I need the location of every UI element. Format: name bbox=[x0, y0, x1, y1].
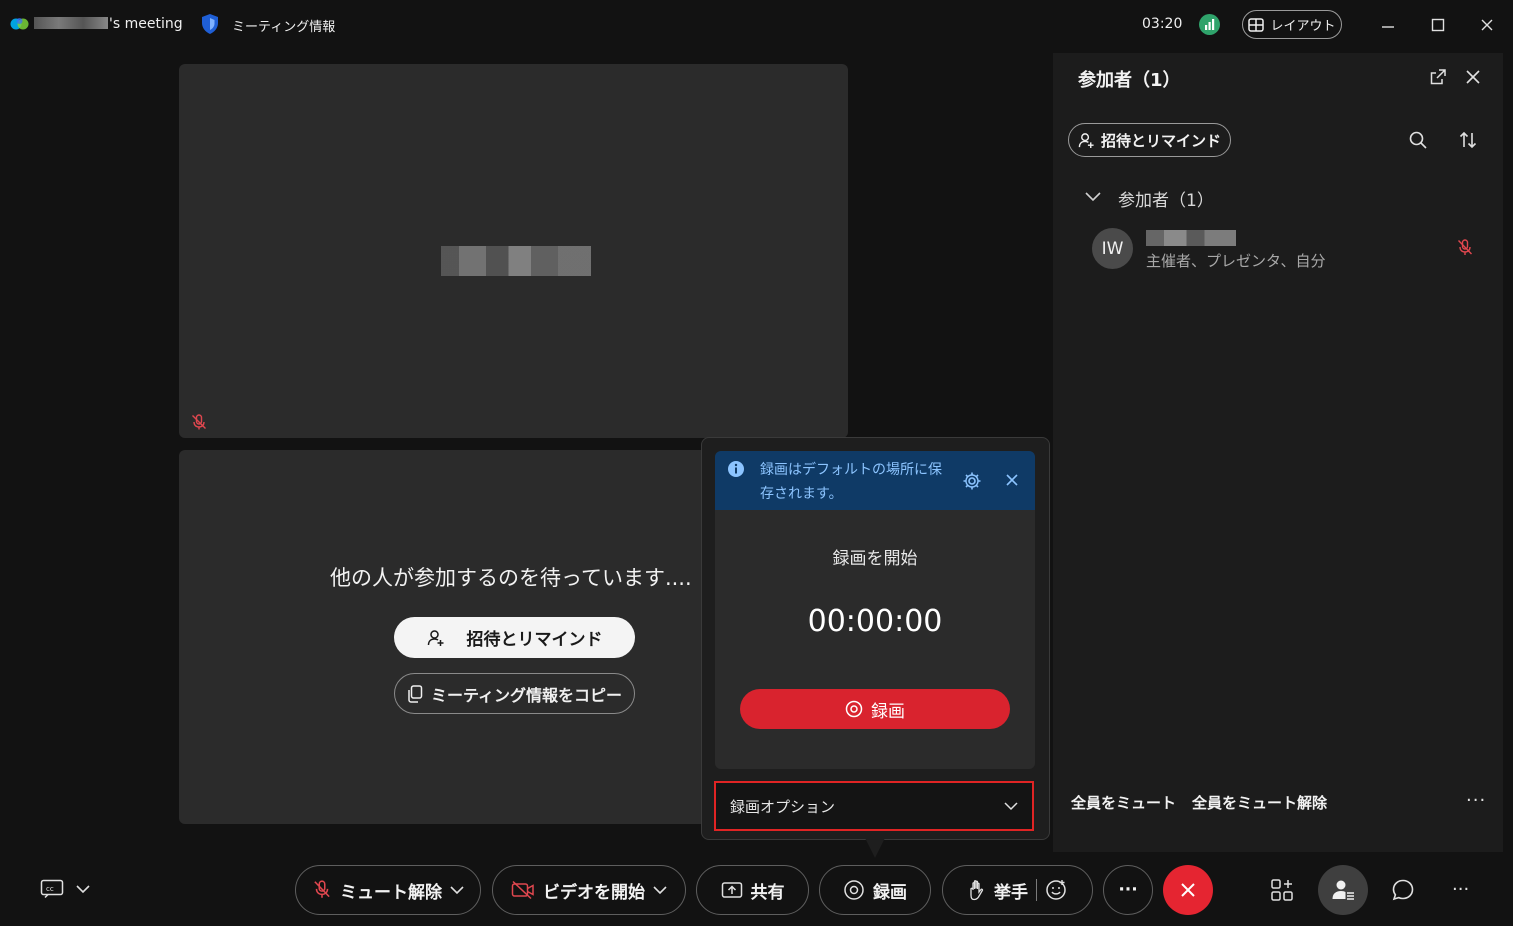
svg-text:cc: cc bbox=[46, 885, 54, 893]
panel-close-icon[interactable] bbox=[1464, 68, 1482, 86]
share-screen-icon bbox=[721, 880, 743, 900]
recording-options-dropdown[interactable]: 録画オプション bbox=[714, 781, 1034, 831]
start-video-label: ビデオを開始 bbox=[543, 882, 645, 903]
layout-button[interactable]: レイアウト bbox=[1242, 10, 1342, 39]
chat-icon[interactable] bbox=[1391, 878, 1415, 902]
sort-icon[interactable] bbox=[1458, 130, 1478, 150]
start-recording-button-label: 録画 bbox=[871, 701, 905, 722]
panel-more-icon[interactable]: ··· bbox=[1466, 790, 1486, 811]
hand-icon bbox=[968, 879, 986, 901]
close-icon bbox=[1179, 881, 1197, 899]
copy-icon bbox=[407, 684, 423, 703]
info-icon bbox=[727, 460, 745, 478]
redacted-participant-name bbox=[1146, 230, 1236, 246]
unmute-label: ミュート解除 bbox=[340, 882, 442, 903]
participants-button[interactable] bbox=[1318, 865, 1368, 915]
search-icon[interactable] bbox=[1408, 130, 1428, 150]
participant-group-label: 参加者（1） bbox=[1118, 191, 1214, 211]
meeting-info-link[interactable]: ミーティング情報 bbox=[232, 16, 335, 35]
add-person-icon bbox=[1078, 132, 1095, 149]
raise-hand-label: 挙手 bbox=[994, 882, 1028, 903]
popout-icon[interactable] bbox=[1429, 68, 1447, 86]
shield-icon[interactable] bbox=[200, 13, 220, 35]
more-options-button[interactable]: ··· bbox=[1103, 865, 1153, 915]
reaction-smiley-icon[interactable] bbox=[1045, 879, 1067, 901]
network-status-icon[interactable] bbox=[1199, 14, 1220, 35]
record-icon bbox=[845, 700, 863, 718]
participants-panel bbox=[1053, 53, 1503, 852]
chevron-down-icon[interactable] bbox=[653, 885, 667, 895]
share-label: 共有 bbox=[750, 882, 785, 903]
unmute-button[interactable]: ミュート解除 bbox=[295, 865, 481, 915]
divider bbox=[1036, 879, 1037, 901]
invite-remind-button[interactable]: 招待とリマインド bbox=[394, 617, 635, 658]
redacted-participant-name bbox=[441, 246, 591, 276]
closed-captions-icon: cc bbox=[40, 879, 64, 899]
gear-icon[interactable] bbox=[962, 471, 982, 491]
toolbar-more-icon[interactable]: ··· bbox=[1452, 879, 1469, 900]
participant-roles: 主催者、プレゼンタ、自分 bbox=[1146, 252, 1326, 270]
closed-captions-button[interactable]: cc bbox=[40, 879, 90, 899]
add-person-icon bbox=[427, 629, 445, 647]
minimize-icon[interactable] bbox=[1377, 14, 1399, 36]
start-recording-label: 録画を開始 bbox=[832, 549, 918, 569]
start-video-button[interactable]: ビデオを開始 bbox=[492, 865, 686, 915]
panel-invite-remind-button[interactable]: 招待とリマインド bbox=[1068, 123, 1231, 157]
recording-info-text: 録画はデフォルトの場所に保存されます。 bbox=[760, 462, 942, 502]
muted-mic-icon[interactable] bbox=[1456, 238, 1474, 258]
avatar: IW bbox=[1092, 228, 1133, 269]
panel-title: 参加者（1） bbox=[1078, 70, 1181, 91]
layout-grid-icon bbox=[1248, 17, 1265, 32]
recording-elapsed-time: 00:00:00 bbox=[807, 604, 943, 639]
participants-icon bbox=[1331, 878, 1355, 902]
raise-hand-button[interactable]: 挙手 bbox=[942, 865, 1093, 915]
end-meeting-button[interactable] bbox=[1163, 865, 1213, 915]
redacted-host-name bbox=[34, 17, 108, 29]
group-collapse-chevron-icon[interactable] bbox=[1084, 190, 1102, 204]
chevron-down-icon bbox=[76, 884, 90, 894]
unmute-all-button[interactable]: 全員をミュート解除 bbox=[1192, 792, 1327, 813]
popover-caret bbox=[864, 836, 886, 858]
copy-meeting-info-button[interactable]: ミーティング情報をコピー bbox=[394, 673, 635, 714]
apps-icon[interactable] bbox=[1270, 878, 1294, 902]
webex-logo-icon bbox=[10, 15, 30, 33]
mute-all-button[interactable]: 全員をミュート bbox=[1071, 792, 1176, 813]
invite-remind-label: 招待とリマインド bbox=[466, 630, 603, 650]
record-icon bbox=[843, 879, 865, 901]
copy-meeting-info-label: ミーティング情報をコピー bbox=[430, 685, 623, 705]
start-recording-button[interactable]: 録画 bbox=[740, 689, 1010, 729]
record-label: 録画 bbox=[873, 882, 907, 903]
window-close-icon[interactable] bbox=[1476, 14, 1498, 36]
video-off-icon bbox=[511, 880, 535, 900]
record-button[interactable]: 録画 bbox=[819, 865, 931, 915]
muted-mic-icon bbox=[312, 879, 332, 901]
meeting-title: 's meeting bbox=[34, 16, 183, 32]
recording-options-label: 録画オプション bbox=[730, 797, 836, 816]
waiting-message: 他の人が参加するのを待っています.... bbox=[330, 566, 692, 590]
chevron-down-icon bbox=[1004, 801, 1018, 811]
share-button[interactable]: 共有 bbox=[696, 865, 809, 915]
chevron-down-icon[interactable] bbox=[450, 885, 464, 895]
close-icon[interactable] bbox=[1004, 472, 1020, 488]
panel-invite-label: 招待とリマインド bbox=[1100, 131, 1221, 150]
maximize-icon[interactable] bbox=[1427, 14, 1449, 36]
meeting-timer: 03:20 bbox=[1142, 16, 1183, 32]
layout-label: レイアウト bbox=[1270, 19, 1336, 34]
tile-muted-mic-icon bbox=[190, 413, 208, 431]
